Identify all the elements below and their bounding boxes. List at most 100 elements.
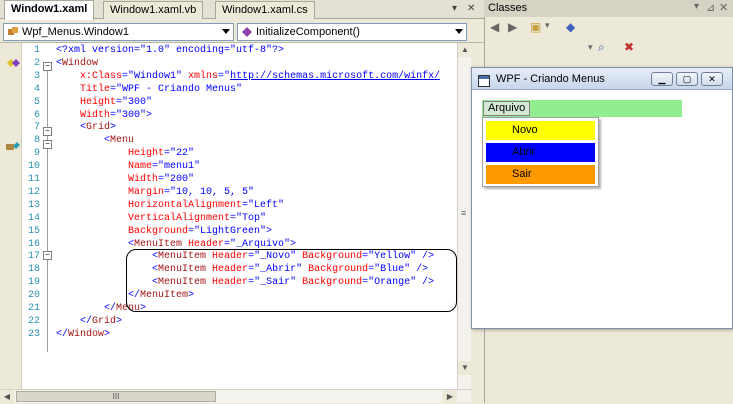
tab-window1-xaml[interactable]: Window1.xaml bbox=[4, 0, 95, 20]
tab-dropdown-icon[interactable]: ▾ bbox=[452, 3, 457, 14]
code-line[interactable]: <?xml version="1.0" encoding="utf-8"?> bbox=[56, 45, 284, 56]
menuitem-highlight-box bbox=[126, 249, 457, 312]
scroll-down-icon[interactable]: ▼ bbox=[458, 361, 472, 375]
line-number: 13 bbox=[27, 200, 40, 211]
code-token: </ bbox=[56, 316, 93, 327]
menu-item-novo[interactable]: Novo bbox=[486, 121, 595, 140]
code-token: ="Window1" bbox=[122, 71, 189, 82]
line-number: 18 bbox=[27, 264, 40, 275]
fold-toggle-icon[interactable]: − bbox=[43, 62, 52, 71]
line-number: 12 bbox=[27, 187, 40, 198]
tab-window1-xaml-vb[interactable]: Window1.xaml.vb bbox=[103, 1, 204, 19]
code-line[interactable]: VerticalAlignment="Top" bbox=[56, 213, 266, 224]
minimize-button[interactable]: ▁ bbox=[651, 72, 673, 86]
close-button[interactable]: ✕ bbox=[701, 72, 723, 86]
member-selector-value: InitializeComponent() bbox=[256, 26, 360, 38]
line-number: 14 bbox=[27, 213, 40, 224]
vertical-scrollbar[interactable]: ▲ ≡ ▼ bbox=[457, 43, 472, 389]
code-token: ="200" bbox=[158, 174, 195, 185]
code-token: > bbox=[110, 122, 117, 133]
code-line[interactable]: Width="200" bbox=[56, 174, 194, 185]
code-line[interactable]: Height="22" bbox=[56, 148, 194, 159]
scroll-thumb[interactable]: III bbox=[16, 391, 216, 402]
fold-toggle-icon[interactable]: − bbox=[43, 127, 52, 136]
chevron-down-icon bbox=[455, 29, 463, 34]
menu-item-sair[interactable]: Sair bbox=[486, 165, 595, 184]
line-number: 4 bbox=[33, 84, 40, 95]
line-number: 10 bbox=[27, 161, 40, 172]
code-line[interactable]: <Window bbox=[56, 58, 98, 69]
search-icon[interactable]: ⌕ bbox=[598, 40, 605, 55]
line-number: 16 bbox=[27, 239, 40, 250]
code-token: ="Top" bbox=[230, 213, 267, 224]
code-line[interactable]: </Grid> bbox=[56, 316, 122, 327]
code-line[interactable]: Name="menu1" bbox=[56, 161, 200, 172]
code-token: Name bbox=[56, 161, 153, 172]
close-tab-icon[interactable]: ✕ bbox=[467, 3, 475, 14]
code-line[interactable]: x:Class="Window1" xmlns="http://schemas.… bbox=[56, 71, 440, 82]
member-selector[interactable]: InitializeComponent() bbox=[237, 23, 467, 41]
code-token: Window bbox=[68, 329, 105, 340]
scroll-up-icon[interactable]: ▲ bbox=[458, 43, 472, 57]
tab-window1-xaml-cs[interactable]: Window1.xaml.cs bbox=[215, 1, 315, 19]
code-token: ="WPF - Criando Menus" bbox=[110, 84, 243, 95]
class-view-icon[interactable]: ◆ bbox=[566, 20, 575, 34]
code-token: ="10, 10, 5, 5" bbox=[164, 187, 255, 198]
maximize-button[interactable]: ▢ bbox=[676, 72, 698, 86]
code-line[interactable]: Background="LightGreen"> bbox=[56, 226, 272, 237]
search-dropdown-icon[interactable]: ▾ bbox=[588, 42, 593, 53]
code-line[interactable]: Width="300"> bbox=[56, 110, 152, 121]
menu-item-abrir[interactable]: Abrir bbox=[486, 143, 595, 162]
code-token: HorizontalAlignment bbox=[56, 200, 243, 211]
bookmark-icon bbox=[5, 57, 21, 72]
code-token: VerticalAlignment bbox=[56, 213, 231, 224]
code-token: ="22" bbox=[164, 148, 195, 159]
code-token: ="300" bbox=[116, 97, 153, 108]
splitter-handle-icon[interactable]: ≡ bbox=[461, 208, 469, 218]
scroll-left-icon[interactable]: ◀ bbox=[0, 390, 14, 404]
line-number: 9 bbox=[33, 148, 40, 159]
code-token: Window bbox=[62, 58, 99, 69]
preview-window[interactable]: WPF - Criando Menus ▁ ▢ ✕ Arquivo Novo A… bbox=[471, 67, 733, 329]
code-token: xmlns bbox=[188, 71, 219, 82]
code-line[interactable]: Margin="10, 10, 5, 5" bbox=[56, 187, 254, 198]
code-token: Title bbox=[56, 84, 111, 95]
folder-icon[interactable]: ▣ bbox=[530, 20, 541, 34]
code-token: Grid bbox=[86, 122, 111, 133]
pin-icon[interactable]: ⊿ bbox=[706, 1, 715, 14]
pin-dropdown-icon[interactable]: ▾ bbox=[694, 1, 699, 12]
code-token: < bbox=[56, 239, 135, 250]
code-line[interactable]: <Grid> bbox=[56, 122, 116, 133]
line-number: 8 bbox=[33, 135, 40, 146]
preview-window-title: WPF - Criando Menus bbox=[496, 73, 605, 85]
horizontal-scrollbar[interactable]: ◀ III ▶ bbox=[0, 389, 471, 404]
code-line[interactable]: Title="WPF - Criando Menus" bbox=[56, 84, 242, 95]
class-icon bbox=[7, 26, 19, 38]
close-panel-icon[interactable]: ✕ bbox=[719, 1, 728, 14]
preview-window-titlebar[interactable]: WPF - Criando Menus ▁ ▢ ✕ bbox=[472, 68, 732, 90]
line-number: 6 bbox=[33, 110, 40, 121]
class-selector[interactable]: Wpf_Menus.Window1 bbox=[3, 23, 234, 41]
line-number: 15 bbox=[27, 226, 40, 237]
chevron-down-icon[interactable]: ▾ bbox=[545, 20, 550, 31]
code-token: Margin bbox=[56, 187, 165, 198]
editor-margin bbox=[0, 43, 22, 389]
code-line[interactable]: HorizontalAlignment="Left" bbox=[56, 200, 284, 211]
line-number: 17 bbox=[27, 251, 40, 262]
scroll-right-icon[interactable]: ▶ bbox=[443, 390, 457, 404]
back-icon[interactable]: ◀ bbox=[490, 20, 499, 34]
clear-search-icon[interactable]: ✖ bbox=[624, 40, 634, 54]
code-token: Menu bbox=[110, 135, 135, 146]
code-token: ="LightGreen"> bbox=[188, 226, 273, 237]
code-line[interactable]: </Window> bbox=[56, 329, 110, 340]
forward-icon[interactable]: ▶ bbox=[508, 20, 517, 34]
class-selector-value: Wpf_Menus.Window1 bbox=[22, 26, 129, 38]
code-token: ="menu1" bbox=[152, 161, 201, 172]
code-token: </ bbox=[56, 329, 69, 340]
code-line[interactable]: Height="300" bbox=[56, 97, 152, 108]
fold-toggle-icon[interactable]: − bbox=[43, 140, 52, 149]
code-line[interactable]: <Menu bbox=[56, 135, 134, 146]
fold-toggle-icon[interactable]: − bbox=[43, 251, 52, 260]
menu-arquivo[interactable]: Arquivo bbox=[483, 101, 531, 116]
code-token: Height bbox=[56, 97, 117, 108]
